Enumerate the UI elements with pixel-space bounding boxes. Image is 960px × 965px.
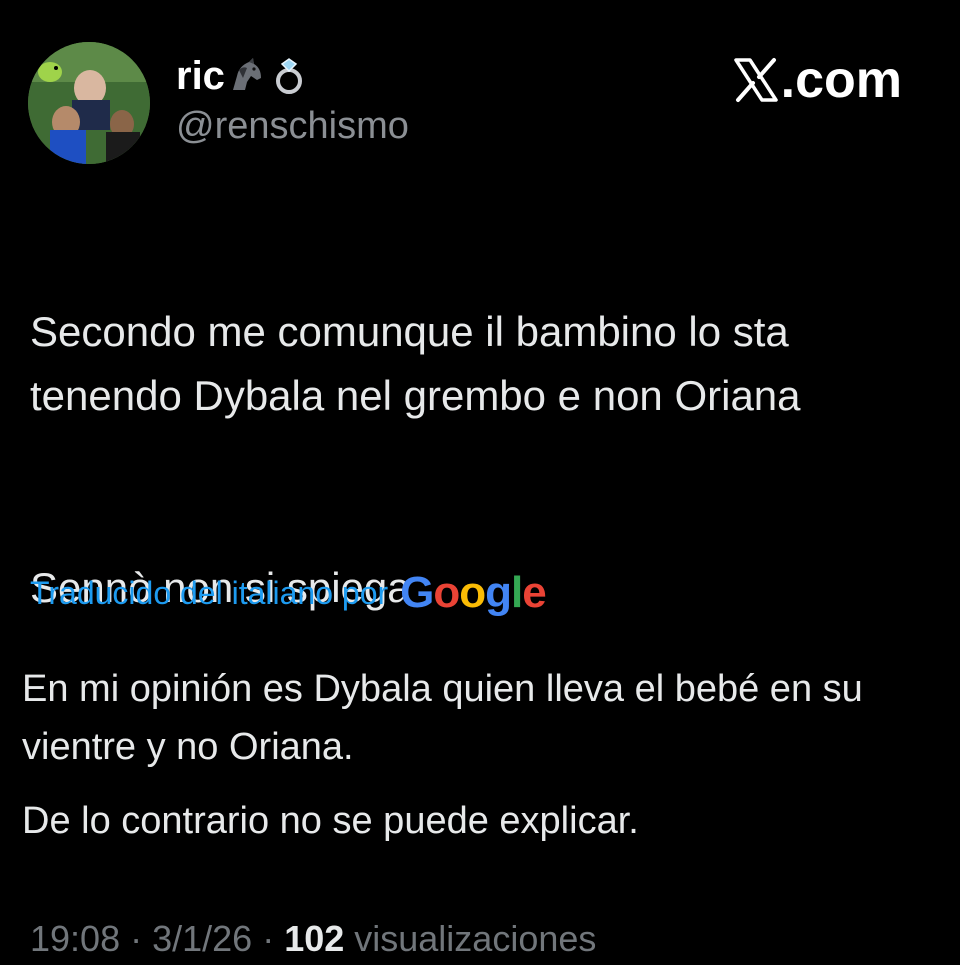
views-count[interactable]: 102 [284, 914, 344, 964]
tweet-paragraph: Secondo me comunque il bambino lo sta te… [30, 308, 801, 419]
translated-paragraph: De lo contrario no se puede explicar. [22, 800, 639, 842]
translation-attribution[interactable]: Traducido del italiano por Google [30, 568, 547, 618]
google-logo-letter: g [485, 568, 512, 617]
ring-icon [275, 58, 302, 94]
views-label[interactable]: visualizaciones [344, 914, 596, 964]
avatar[interactable] [28, 42, 150, 164]
translated-paragraph: En mi opinión es Dybala quien lleva el b… [22, 668, 863, 768]
author-display-name-row[interactable]: ric [176, 52, 309, 100]
author-display-name[interactable]: ric [176, 52, 225, 100]
google-logo-letter: o [459, 568, 486, 617]
google-logo-letter: l [511, 568, 523, 617]
tweet-meta: 19:08 · 3/1/26 · 102 visualizaciones [30, 914, 596, 964]
meta-separator: · [252, 918, 285, 959]
google-logo-letter: e [522, 568, 547, 617]
watermark-text: .com [780, 51, 902, 109]
horse-head-icon [232, 58, 261, 90]
translated-text: En mi opinión es Dybala quien lleva el b… [22, 660, 942, 850]
translation-label[interactable]: Traducido del italiano por [30, 568, 388, 618]
google-logo-letter: o [433, 568, 460, 617]
watermark: .com [733, 50, 902, 110]
google-logo: Google [400, 568, 547, 618]
author-handle[interactable]: @renschismo [176, 104, 409, 148]
meta-separator: · [120, 918, 153, 959]
x-logo-icon [733, 58, 778, 102]
avatar-image [28, 42, 150, 164]
tweet-time[interactable]: 19:08 [30, 914, 120, 964]
google-logo-letter: G [400, 568, 434, 617]
tweet-date[interactable]: 3/1/26 [152, 914, 252, 964]
